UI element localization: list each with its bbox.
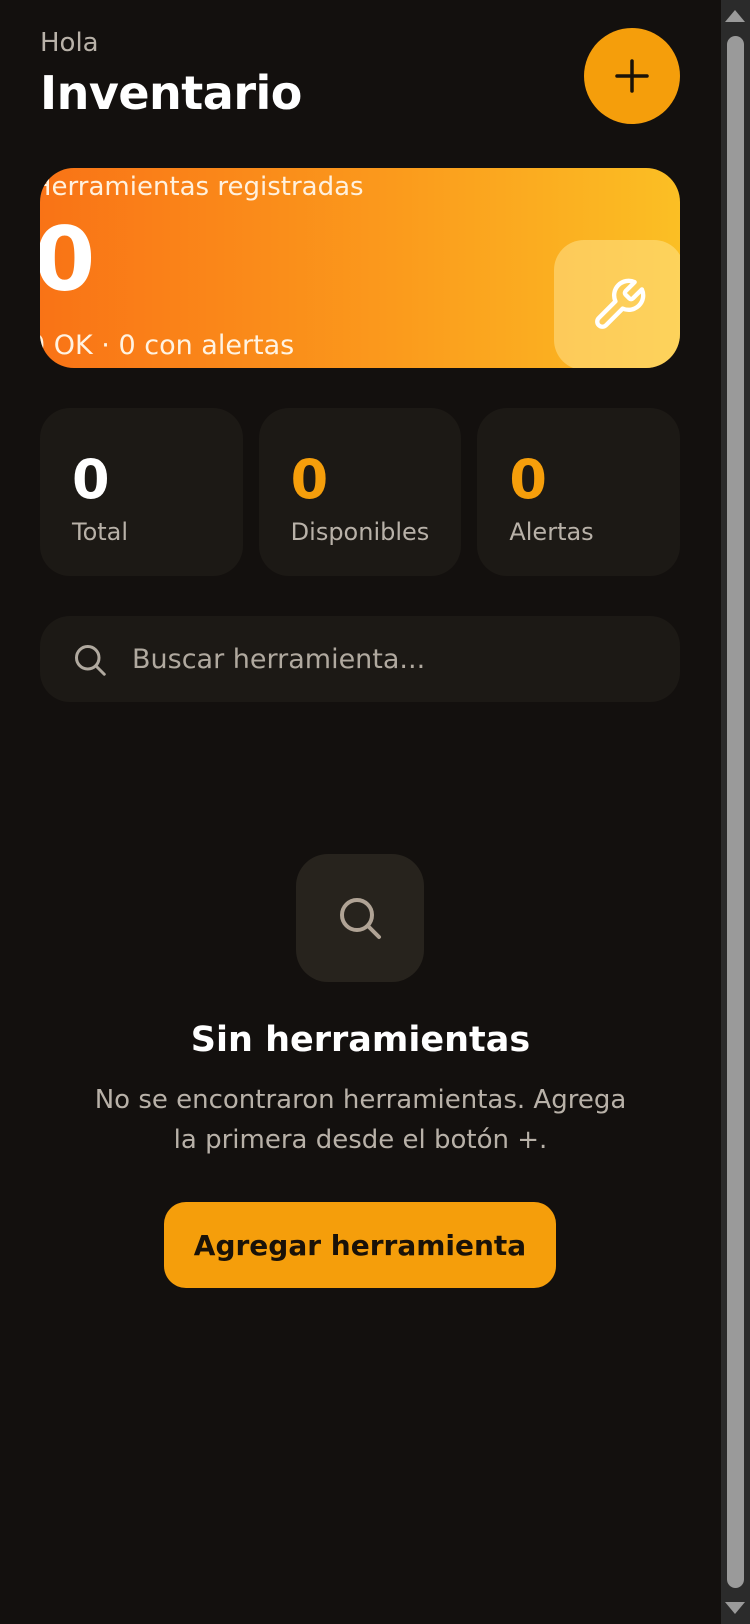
stat-value-available: 0 — [290, 448, 329, 511]
add-tool-button[interactable]: Agregar herramienta — [164, 1202, 556, 1288]
stat-label-alerts: Alertas — [509, 518, 594, 546]
search-icon — [75, 645, 106, 676]
tools-summary-card: Herramientas registradas 0 0 OK · 0 con … — [40, 168, 680, 368]
greeting-text: Hola — [40, 28, 99, 58]
scroll-down-arrow-icon[interactable] — [725, 1602, 745, 1614]
stat-value-alerts: 0 — [509, 448, 547, 511]
scroll-up-arrow-icon[interactable] — [725, 10, 745, 22]
stat-label-total: Total — [72, 518, 129, 546]
empty-state-description: No se encontraron herramientas. Agrega l… — [94, 1085, 627, 1155]
add-tool-fab[interactable] — [584, 28, 680, 124]
empty-state-icon-tile — [296, 854, 424, 982]
stat-card-total: 0 Total — [40, 408, 243, 576]
stat-card-alerts: 0 Alertas — [477, 408, 681, 576]
app-screen: Hola Inventario Herramientas registradas… — [0, 0, 721, 1624]
hero-summary: 0 OK · 0 con alertas — [40, 330, 295, 361]
wrench-icon — [595, 278, 646, 329]
stat-label-available: Disponibles — [290, 518, 430, 546]
search-icon — [340, 898, 381, 939]
scroll-thumb[interactable] — [727, 36, 744, 1588]
vertical-scrollbar[interactable] — [721, 0, 750, 1624]
stat-card-available: 0 Disponibles — [258, 408, 462, 576]
search-input[interactable] — [132, 616, 652, 702]
hero-icon-tile — [554, 240, 680, 368]
hero-count: 0 — [40, 208, 96, 311]
page-title: Inventario — [40, 66, 302, 120]
search-bar[interactable] — [40, 616, 680, 702]
hero-label: Herramientas registradas — [40, 172, 364, 202]
plus-icon — [615, 59, 649, 93]
stats-row: 0 Total 0 Disponibles 0 Alertas — [40, 408, 681, 576]
empty-state-title: Sin herramientas — [190, 1020, 531, 1060]
stat-value-total: 0 — [72, 448, 110, 511]
